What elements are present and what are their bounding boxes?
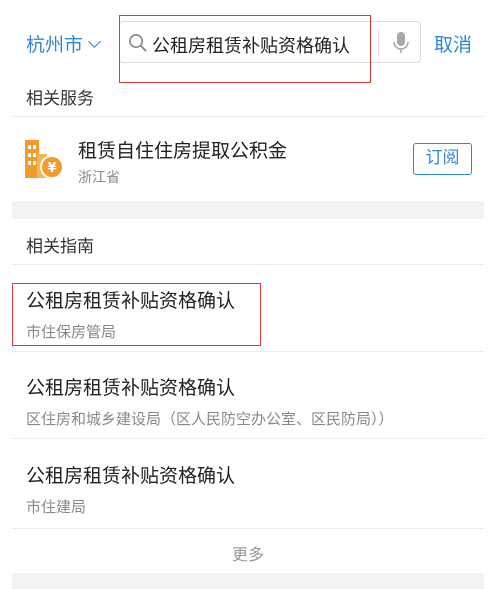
svg-text:¥: ¥ bbox=[47, 161, 56, 176]
search-input[interactable]: 公租房租赁补贴资格确认 bbox=[119, 21, 421, 63]
guide-department: 市住保房管局 bbox=[26, 323, 117, 341]
service-region: 浙江省 bbox=[78, 170, 120, 186]
section-gap bbox=[12, 573, 484, 589]
microphone-icon[interactable] bbox=[392, 31, 410, 55]
guide-item[interactable]: 公租房租赁补贴资格确认 区住房和城乡建设局（区人民防空办公室、区民防局）） bbox=[0, 351, 496, 438]
guide-department: 市住建局 bbox=[26, 498, 87, 516]
search-divider bbox=[378, 30, 379, 56]
guide-title: 公租房租赁补贴资格确认 bbox=[26, 377, 236, 399]
divider bbox=[12, 528, 484, 529]
chevron-down-icon bbox=[88, 34, 101, 48]
service-name: 租赁自住住房提取公积金 bbox=[78, 140, 288, 162]
more-button[interactable]: 更多 bbox=[0, 541, 496, 565]
city-selector[interactable]: 杭州市 bbox=[26, 30, 101, 57]
guide-title: 公租房租赁补贴资格确认 bbox=[26, 465, 236, 487]
guide-item[interactable]: 公租房租赁补贴资格确认 市住保房管局 bbox=[0, 264, 496, 351]
cancel-button[interactable]: 取消 bbox=[434, 30, 472, 57]
guide-item[interactable]: 公租房租赁补贴资格确认 市住建局 bbox=[0, 438, 496, 528]
service-item[interactable]: ¥ 租赁自住住房提取公积金 浙江省 订阅 bbox=[0, 117, 496, 201]
section-title-guides: 相关指南 bbox=[26, 237, 94, 257]
subscribe-button[interactable]: 订阅 bbox=[413, 143, 472, 175]
city-label: 杭州市 bbox=[26, 34, 84, 56]
guide-department: 区住房和城乡建设局（区人民防空办公室、区民防局）） bbox=[26, 410, 394, 428]
top-search-bar: 杭州市 公租房租赁补贴资格确认 取消 bbox=[0, 0, 496, 86]
search-icon bbox=[129, 34, 147, 52]
guide-title: 公租房租赁补贴资格确认 bbox=[26, 290, 236, 312]
search-query-text: 公租房租赁补贴资格确认 bbox=[152, 36, 350, 57]
building-yuan-icon: ¥ bbox=[25, 140, 64, 179]
section-gap bbox=[12, 201, 484, 219]
section-title-services: 相关服务 bbox=[26, 89, 94, 109]
